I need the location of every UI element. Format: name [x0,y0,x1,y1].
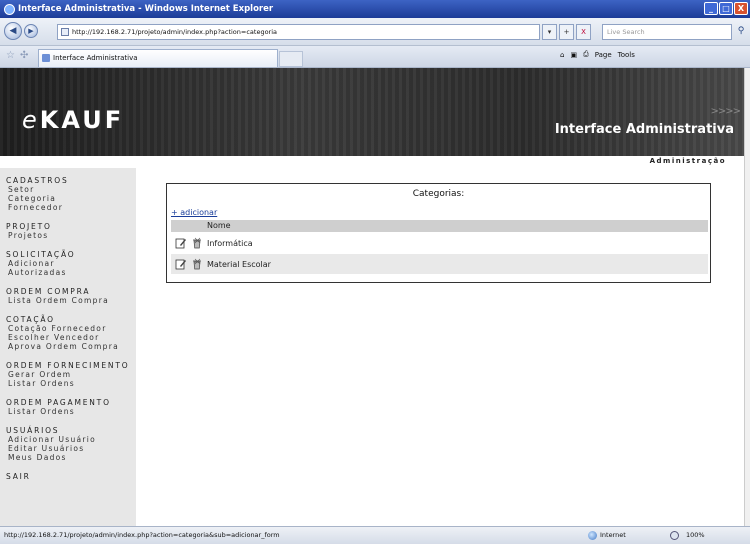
page-menu-button[interactable]: Page [595,51,612,59]
add-favorites-icon[interactable]: ✣ [20,50,28,61]
status-url: http://192.168.2.71/projeto/admin/index.… [4,531,280,539]
sidebar-item-meus-dados[interactable]: Meus Dados [6,453,136,462]
sidebar-item-autorizadas[interactable]: Autorizadas [6,268,136,277]
sidebar-item-projetos[interactable]: Projetos [6,231,136,240]
table-header: Nome [171,220,708,232]
sidebar-item-listar-ordens[interactable]: Listar Ordens [6,379,136,388]
sidebar-item-escolher-vencedor[interactable]: Escolher Vencedor [6,333,136,342]
window-controls: _ □ X [704,2,748,15]
menu-head: ORDEM FORNECIMENTO [6,361,130,370]
menu-group-solicitacao: SOLICITAÇÃO Adicionar Autorizadas [6,250,136,277]
menu-group-cadastros: CADASTROS Setor Categoria Fornecedor [6,176,136,212]
address-bar: ◀ ▶ http://192.168.2.71/projeto/admin/in… [0,18,750,46]
security-zone: Internet [588,527,626,544]
sidebar-item-aprova-ordem-compra[interactable]: Aprova Ordem Compra [6,342,136,351]
refresh-button[interactable]: + [559,24,574,40]
menu-head: COTAÇÃO [6,315,55,324]
back-button[interactable]: ◀ [4,22,22,40]
add-category-link[interactable]: + adicionar [171,208,217,217]
status-bar: http://192.168.2.71/projeto/admin/index.… [0,526,750,544]
category-name: Informática [207,238,253,248]
protected-mode-icon[interactable] [670,531,679,540]
url-input[interactable]: http://192.168.2.71/projeto/admin/index.… [57,24,540,40]
sidebar-item-categoria[interactable]: Categoria [6,194,136,203]
banner-title: Interface Administrativa [554,122,734,137]
menu-group-projeto: PROJETO Projetos [6,222,136,240]
tools-menu-button[interactable]: Tools [618,51,635,59]
tab-title: Interface Administrativa [53,54,138,62]
menu-group-ordem-pagamento: ORDEM PAGAMENTO Listar Ordens [6,398,136,416]
menu-group-sair: SAIR [6,472,136,481]
sidebar-item-setor[interactable]: Setor [6,185,136,194]
menu-head: SOLICITAÇÃO [6,250,76,259]
sidebar-item-sair[interactable]: SAIR [6,472,31,481]
menu-group-ordem-compra: ORDEM COMPRA Lista Ordem Compra [6,287,136,305]
delete-icon[interactable] [191,237,203,249]
zone-label: Internet [600,531,626,539]
sidebar-item-cotacao-fornecedor[interactable]: Cotação Fornecedor [6,324,136,333]
main-content: Categorias: + adicionar Nome Informática… [136,168,750,526]
home-icon[interactable]: ⌂ [560,51,564,59]
menu-head: PROJETO [6,222,52,231]
column-header-nome: Nome [207,221,231,230]
window-titlebar: Interface Administrativa - Windows Inter… [0,0,750,18]
sidebar-item-editar-usuarios[interactable]: Editar Usuários [6,444,136,453]
sidebar-item-lista-ordem-compra[interactable]: Lista Ordem Compra [6,296,136,305]
zoom-level[interactable]: 100% [686,527,705,544]
address-dropdown-button[interactable]: ▾ [542,24,557,40]
menu-head: ORDEM PAGAMENTO [6,398,111,407]
search-input[interactable]: Live Search [602,24,732,40]
admin-bar: Administração [0,156,750,168]
new-tab-button[interactable] [279,51,303,67]
globe-icon [588,531,597,540]
command-bar: ⌂ ▣ ⎙ Page Tools [560,50,635,59]
tab-bar: ☆ ✣ Interface Administrativa ⌂ ▣ ⎙ Page … [0,46,750,68]
edit-icon[interactable] [175,258,187,270]
sidebar-item-adicionar-usuario[interactable]: Adicionar Usuário [6,435,136,444]
menu-head: ORDEM COMPRA [6,287,91,296]
edit-icon[interactable] [175,237,187,249]
menu-group-cotacao: COTAÇÃO Cotação Fornecedor Escolher Venc… [6,315,136,351]
vertical-scrollbar[interactable] [744,68,750,526]
sidebar-item-fornecedor[interactable]: Fornecedor [6,203,136,212]
favorites-star-icon[interactable]: ☆ [6,50,15,61]
delete-icon[interactable] [191,258,203,270]
ekauf-logo: eKAUF [22,106,125,134]
search-icon[interactable]: ⚲ [734,24,748,40]
menu-head: CADASTROS [6,176,69,185]
sidebar-item-listar-ordens-pagamento[interactable]: Listar Ordens [6,407,136,416]
url-text: http://192.168.2.71/projeto/admin/index.… [72,28,278,36]
tab-interface-administrativa[interactable]: Interface Administrativa [38,49,278,67]
feeds-icon[interactable]: ▣ [570,51,577,59]
menu-group-ordem-fornecimento: ORDEM FORNECIMENTO Gerar Ordem Listar Or… [6,361,136,388]
page-icon [61,28,69,36]
banner-arrows: >>>> [710,106,740,117]
categorias-panel: Categorias: + adicionar Nome Informática… [166,183,711,283]
menu-head: USUÁRIOS [6,426,60,435]
ie-logo-icon [4,3,15,15]
table-row: Informática [171,233,708,253]
tab-page-icon [42,54,50,62]
panel-title: Categorias: [412,189,465,199]
sidebar-item-gerar-ordem[interactable]: Gerar Ordem [6,370,136,379]
forward-button[interactable]: ▶ [24,24,38,38]
window-title: Interface Administrativa - Windows Inter… [18,4,274,14]
categories-table: Nome Informática Material Escolar [171,220,708,274]
sidebar-item-adicionar[interactable]: Adicionar [6,259,136,268]
category-name: Material Escolar [207,259,271,269]
stop-button[interactable]: X [576,24,591,40]
site-banner: eKAUF >>>> Interface Administrativa [0,68,750,156]
sidebar-menu: CADASTROS Setor Categoria Fornecedor PRO… [0,168,136,526]
admin-label: Administração [649,157,726,165]
print-icon[interactable]: ⎙ [583,50,589,59]
menu-group-usuarios: USUÁRIOS Adicionar Usuário Editar Usuári… [6,426,136,462]
close-button[interactable]: X [734,2,748,15]
minimize-button[interactable]: _ [704,2,718,15]
maximize-button[interactable]: □ [719,2,733,15]
table-row: Material Escolar [171,254,708,274]
